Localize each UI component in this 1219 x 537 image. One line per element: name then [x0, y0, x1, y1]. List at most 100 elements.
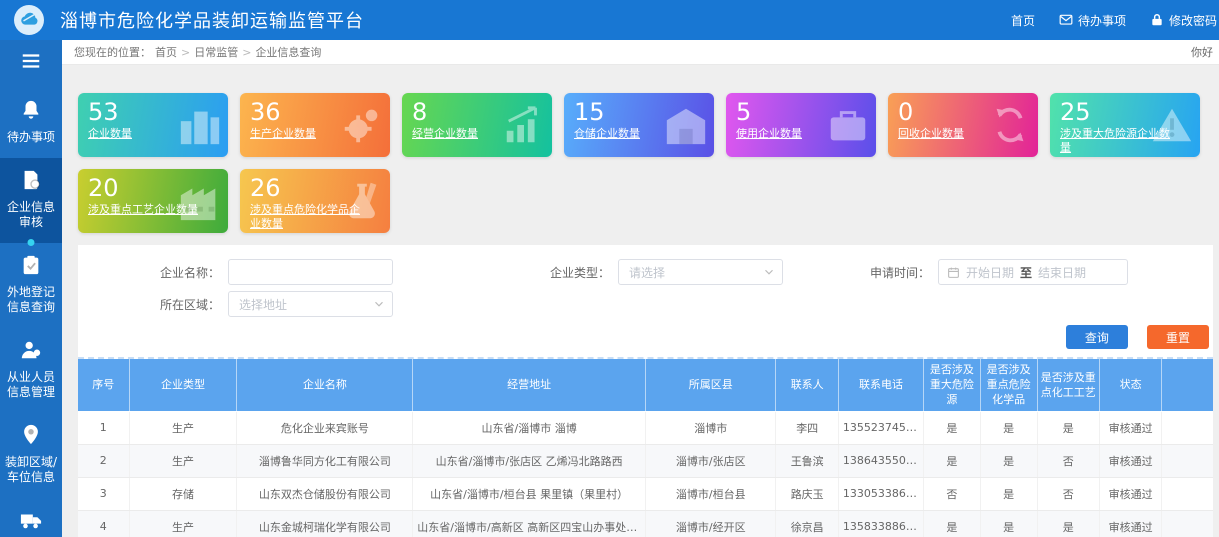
sidebar-item-clipboard[interactable]: 外地登记信息查询 — [0, 243, 62, 328]
column-header: 是否涉及重大危险源 — [924, 359, 981, 411]
topbar: 淄博市危险化学品装卸运输监管平台 首页待办事项修改密码 — [0, 0, 1219, 40]
factory-icon — [177, 178, 223, 224]
recycle-icon — [987, 102, 1033, 148]
sidebar-item-label: 企业信息审核 — [3, 200, 59, 230]
column-header: 是否涉及重点危险化学品 — [980, 359, 1037, 411]
breadcrumb-home[interactable]: 首页 — [155, 44, 177, 60]
flask-icon — [339, 178, 385, 224]
sidebar-item-doc-gear[interactable]: 企业信息审核 — [0, 158, 62, 243]
sidebar: 待办事项企业信息审核外地登记信息查询从业人员信息管理装卸区域/车位信息账户管理 — [0, 40, 62, 537]
buildings-icon — [177, 102, 223, 148]
sidebar-item-user-gear[interactable]: 从业人员信息管理 — [0, 328, 62, 413]
table-cell: 山东金城柯瑞化学有限公司 — [237, 510, 413, 537]
table-cell: 是 — [1037, 411, 1099, 444]
table-cell: 路庆玉 — [776, 477, 838, 510]
table-cell: 是 — [924, 411, 981, 444]
table-cell: 否 — [924, 477, 981, 510]
results-table-wrap: 序号企业类型企业名称经营地址所属区县联系人联系电话是否涉及重大危险源是否涉及重点… — [78, 357, 1213, 537]
table-cell: 淄博市/张店区 — [645, 444, 776, 477]
stat-card-factory: 20涉及重点工艺企业数量 — [78, 169, 228, 233]
table-cell: 生产 — [129, 510, 237, 537]
table-cell: 山东省/淄博市 淄博 — [413, 411, 646, 444]
table-row: 4生产山东金城柯瑞化学有限公司山东省/淄博市/高新区 高新区四宝山办事处东张村淄… — [78, 510, 1213, 537]
chevron-down-icon — [762, 265, 776, 279]
stat-cards: 53企业数量36生产企业数量8经营企业数量15仓储企业数量5使用企业数量0回收企… — [78, 93, 1213, 233]
stat-card-briefcase: 5使用企业数量 — [726, 93, 876, 157]
table-cell — [1162, 477, 1213, 510]
region-select[interactable]: 选择地址 — [228, 291, 393, 317]
breadcrumb-daily-supervision[interactable]: 日常监管 — [194, 44, 238, 60]
sidebar-item-truck[interactable]: 账户管理 — [0, 498, 62, 537]
query-button[interactable]: 查询 — [1066, 325, 1128, 349]
nav-item-label: 首页 — [1011, 12, 1035, 29]
column-header: 企业名称 — [237, 359, 413, 411]
table-cell: 淄博市/桓台县 — [645, 477, 776, 510]
sidebar-item-bell[interactable]: 待办事项 — [0, 88, 62, 158]
doc-gear-icon — [20, 169, 42, 191]
sidebar-item-label: 装卸区域/车位信息 — [3, 455, 59, 485]
gears-icon — [339, 102, 385, 148]
stat-card-gears: 36生产企业数量 — [240, 93, 390, 157]
lock-icon — [1150, 13, 1164, 27]
query-panel: 企业名称： 企业类型： 请选择 申请时间： 开始日期 至 — [78, 245, 1213, 537]
sidebar-item-label: 外地登记信息查询 — [3, 285, 59, 315]
column-header: 企业类型 — [129, 359, 237, 411]
nav-item-label: 修改密码 — [1169, 12, 1217, 29]
table-cell: 审核通过 — [1099, 510, 1161, 537]
breadcrumb-company-info-query: 企业信息查询 — [255, 44, 321, 60]
sidebar-item-pin[interactable]: 装卸区域/车位信息 — [0, 413, 62, 498]
table-cell: 13583388652 — [838, 510, 923, 537]
table-cell: 淄博市/经开区 — [645, 510, 776, 537]
region-label: 所在区域： — [78, 296, 228, 313]
table-cell: 4 — [78, 510, 129, 537]
table-cell: 2 — [78, 444, 129, 477]
logo-cloud-icon — [14, 5, 44, 35]
column-header: 是否涉及重点化工工艺 — [1037, 359, 1099, 411]
stat-card-warning: 25涉及重大危险源企业数量 — [1050, 93, 1200, 157]
company-name-label: 企业名称： — [78, 264, 228, 281]
user-gear-icon — [20, 339, 42, 361]
reset-button[interactable]: 重置 — [1147, 325, 1209, 349]
column-header: 所属区县 — [645, 359, 776, 411]
sidebar-item-label: 从业人员信息管理 — [3, 370, 59, 400]
company-type-select[interactable]: 请选择 — [618, 259, 783, 285]
calendar-icon — [947, 266, 960, 279]
table-cell: 审核通过 — [1099, 444, 1161, 477]
stat-card-chart: 8经营企业数量 — [402, 93, 552, 157]
table-row: 1生产危化企业来宾账号山东省/淄博市 淄博淄博市李四13552374536是是是… — [78, 411, 1213, 444]
company-type-placeholder: 请选择 — [629, 264, 762, 281]
table-cell: 山东省/淄博市/桓台县 果里镇（果里村） — [413, 477, 646, 510]
nav-envelope[interactable]: 待办事项 — [1059, 12, 1126, 29]
table-cell: 淄博市 — [645, 411, 776, 444]
results-table: 序号企业类型企业名称经营地址所属区县联系人联系电话是否涉及重大危险源是否涉及重点… — [78, 359, 1213, 537]
nav-home[interactable]: 首页 — [1011, 12, 1035, 29]
company-name-input[interactable] — [228, 259, 393, 285]
menu-toggle-icon[interactable] — [0, 40, 62, 88]
table-cell — [1162, 510, 1213, 537]
table-cell: 生产 — [129, 444, 237, 477]
table-cell: 山东双杰仓储股份有限公司 — [237, 477, 413, 510]
table-cell — [1162, 411, 1213, 444]
breadcrumb-separator: > — [181, 46, 190, 59]
warehouse-icon — [663, 102, 709, 148]
apply-time-range-picker[interactable]: 开始日期 至 结束日期 — [938, 259, 1128, 285]
breadcrumb: 您现在的位置： 首页 > 日常监管 > 企业信息查询 你好 — [62, 40, 1219, 65]
bell-icon — [20, 99, 42, 121]
sidebar-item-label: 待办事项 — [3, 130, 59, 145]
table-cell: 3 — [78, 477, 129, 510]
table-cell: 否 — [1037, 444, 1099, 477]
table-cell: 山东省/淄博市/高新区 高新区四宝山办事处东张村 — [413, 510, 646, 537]
nav-lock[interactable]: 修改密码 — [1150, 12, 1217, 29]
stat-card-recycle: 0回收企业数量 — [888, 93, 1038, 157]
column-header — [1162, 359, 1213, 411]
briefcase-icon — [825, 102, 871, 148]
app: 淄博市危险化学品装卸运输监管平台 首页待办事项修改密码 待办事项企业信息审核外地… — [0, 0, 1219, 537]
column-header: 状态 — [1099, 359, 1161, 411]
apply-time-label: 申请时间： — [858, 264, 938, 281]
truck-icon — [20, 509, 42, 531]
table-cell: 是 — [924, 444, 981, 477]
nav-item-label: 待办事项 — [1078, 12, 1126, 29]
table-cell: 是 — [980, 477, 1037, 510]
stat-card-flask: 26涉及重点危险化学品企业数量 — [240, 169, 390, 233]
table-cell: 审核通过 — [1099, 411, 1161, 444]
